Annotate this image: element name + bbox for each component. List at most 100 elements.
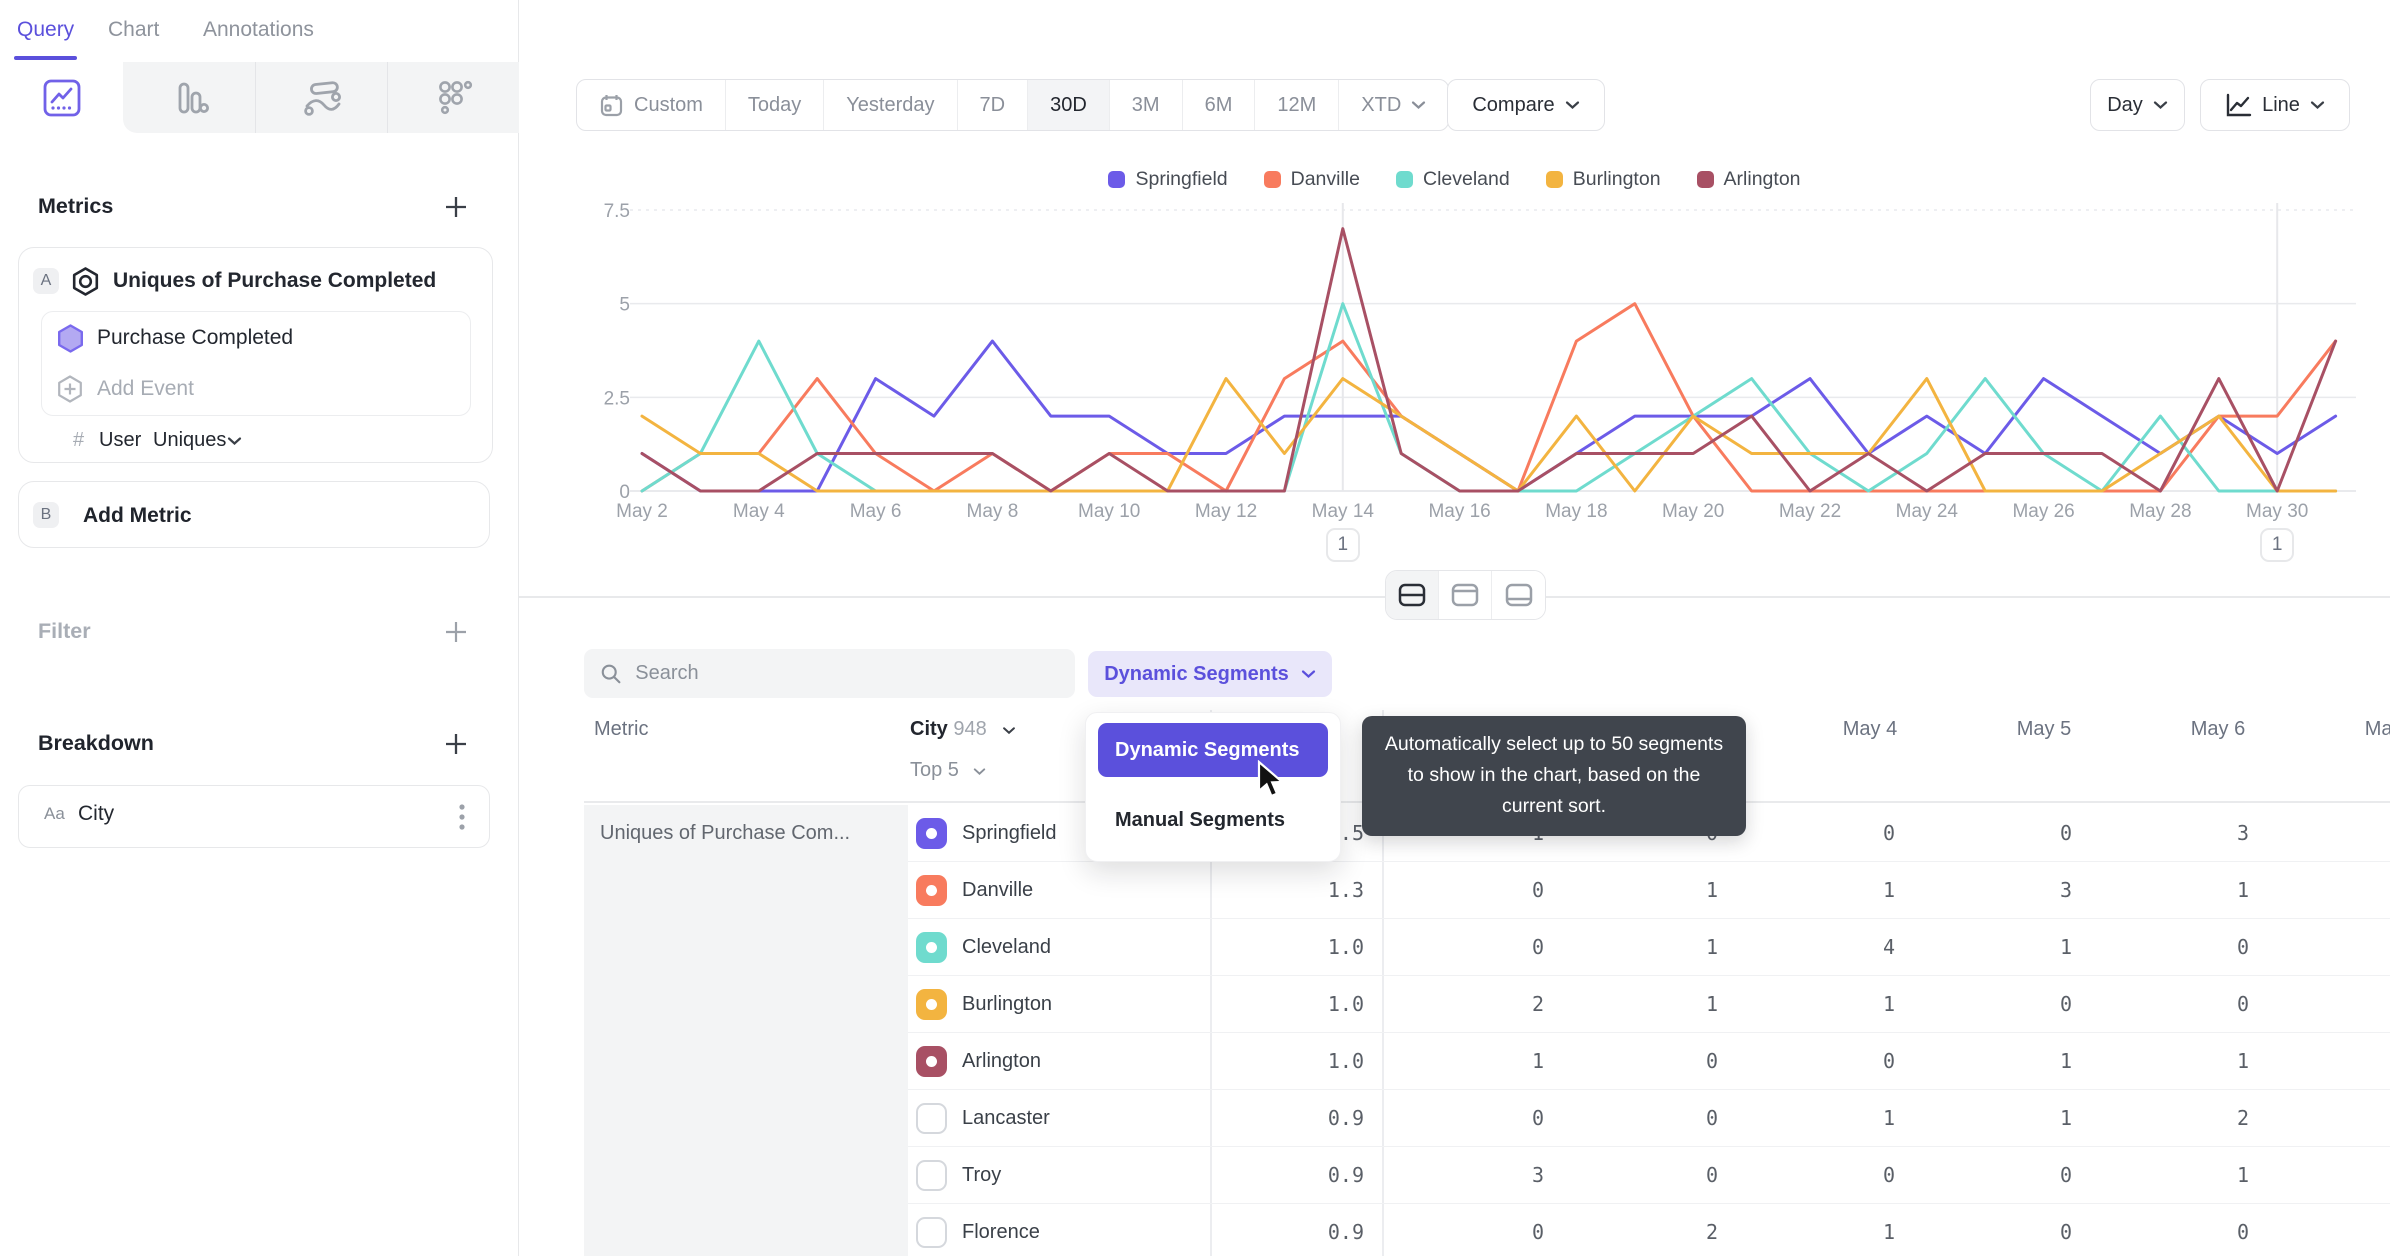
segment-day-value: 2 bbox=[1705, 1220, 1719, 1244]
range-12m[interactable]: 12M bbox=[1255, 80, 1340, 130]
segment-checkbox-unchecked[interactable] bbox=[916, 1160, 947, 1191]
chart-view-button[interactable] bbox=[1439, 571, 1492, 619]
metric-b-badge: B bbox=[33, 502, 59, 528]
day-column-header[interactable]: May 4 bbox=[1843, 718, 1897, 741]
split-view-icon bbox=[1398, 583, 1426, 607]
segment-name: Springfield bbox=[962, 822, 1057, 844]
legend-item-springfield[interactable]: Springfield bbox=[1108, 168, 1228, 191]
range-yesterday[interactable]: Yesterday bbox=[824, 80, 958, 130]
top-tab-annotations[interactable]: Annotations bbox=[203, 18, 314, 42]
metric-a-title[interactable]: Uniques of Purchase Completed bbox=[113, 269, 436, 293]
day-column-header[interactable]: May 6 bbox=[2191, 718, 2245, 741]
annotation-badge-may-30[interactable]: 1 bbox=[2260, 528, 2295, 562]
svg-text:7.5: 7.5 bbox=[604, 201, 630, 222]
compare-button[interactable]: Compare bbox=[1447, 79, 1605, 131]
date-range-group: Custom Today Yesterday 7D 30D 3M 6M 12M XTD bbox=[576, 79, 1450, 131]
segment-day-value: 0 bbox=[2059, 1220, 2073, 1244]
add-metric-button[interactable]: Add Metric bbox=[83, 504, 192, 528]
tab-scatter-chart[interactable] bbox=[387, 62, 519, 133]
measure-user-label[interactable]: User bbox=[99, 429, 141, 452]
range-3m[interactable]: 3M bbox=[1110, 80, 1183, 130]
range-today[interactable]: Today bbox=[726, 80, 825, 130]
segment-day-value: 0 bbox=[1531, 1220, 1545, 1244]
tab-flow-chart[interactable] bbox=[255, 62, 387, 133]
segment-checkbox-checked[interactable] bbox=[916, 989, 947, 1020]
segment-checkbox-checked[interactable] bbox=[916, 818, 947, 849]
measure-uniques-select[interactable]: Uniques bbox=[153, 429, 226, 452]
segment-checkbox-unchecked[interactable] bbox=[916, 1103, 947, 1134]
table-view-button[interactable] bbox=[1492, 571, 1545, 619]
metric-cell-text: Uniques of Purchase Com... bbox=[600, 822, 851, 844]
segment-name: Lancaster bbox=[962, 1107, 1050, 1129]
interval-label: Day bbox=[2107, 93, 2143, 116]
add-breakdown-plus-icon[interactable] bbox=[444, 732, 468, 756]
chevron-down-icon bbox=[1412, 101, 1426, 109]
day-column-header[interactable]: May 7 bbox=[2365, 718, 2390, 741]
top-tab-query[interactable]: Query bbox=[17, 18, 74, 42]
range-custom[interactable]: Custom bbox=[577, 80, 726, 130]
tab-bar-chart[interactable] bbox=[123, 62, 255, 133]
svg-text:May 20: May 20 bbox=[1662, 501, 1724, 522]
group-column-header[interactable]: City 948 bbox=[910, 718, 1016, 741]
segment-day-value: 0 bbox=[1705, 1163, 1719, 1187]
metric-card-b[interactable]: B Add Metric bbox=[18, 481, 490, 548]
legend-swatch bbox=[1263, 171, 1281, 188]
annotation-badge-may-14[interactable]: 1 bbox=[1325, 528, 1360, 562]
segment-day-value: 0 bbox=[2236, 935, 2250, 959]
add-event-icon bbox=[55, 374, 85, 404]
legend-item-danville[interactable]: Danville bbox=[1263, 168, 1360, 191]
menu-item-dynamic-segments[interactable]: Dynamic Segments bbox=[1098, 723, 1328, 777]
measure-hash-icon: # bbox=[73, 429, 85, 451]
legend-item-arlington[interactable]: Arlington bbox=[1696, 168, 1801, 191]
split-view-button[interactable] bbox=[1386, 571, 1439, 619]
interval-select[interactable]: Day bbox=[2090, 79, 2185, 131]
svg-text:May 2: May 2 bbox=[616, 501, 668, 522]
chart-type-select[interactable]: Line bbox=[2200, 79, 2350, 131]
event-hexagon-icon bbox=[70, 266, 101, 297]
segment-name: Cleveland bbox=[962, 936, 1051, 958]
legend-swatch bbox=[1396, 171, 1413, 188]
segment-day-value: 4 bbox=[1882, 935, 1896, 959]
menu-item-manual-segments[interactable]: Manual Segments bbox=[1115, 809, 1285, 832]
segment-day-value: 1 bbox=[1882, 1220, 1896, 1244]
segment-checkbox-checked[interactable] bbox=[916, 1046, 947, 1077]
range-7d[interactable]: 7D bbox=[958, 80, 1029, 130]
line-chart[interactable]: 0 2.5 5 7.5 May 2 May 4 May 6 May 8 May 10 May 12… bbox=[600, 195, 2390, 575]
top-tab-chart[interactable]: Chart bbox=[108, 18, 159, 42]
line-chart-icon bbox=[2226, 93, 2252, 116]
range-xtd[interactable]: XTD bbox=[1339, 80, 1448, 130]
chevron-down-icon[interactable] bbox=[227, 436, 242, 446]
series-line-springfield bbox=[640, 339, 2338, 493]
search-input[interactable] bbox=[635, 662, 1059, 685]
segment-day-value: 1 bbox=[2059, 935, 2073, 959]
table-row-florence: Florence 0.9 0 2 1 0 0 bbox=[908, 1204, 2390, 1256]
segment-average: 1.0 bbox=[1327, 992, 1364, 1016]
metrics-section-title: Metrics bbox=[38, 194, 114, 218]
breakdown-section-title: Breakdown bbox=[38, 731, 154, 755]
scatter-chart-icon bbox=[431, 75, 477, 121]
segment-day-value: 0 bbox=[2236, 1220, 2250, 1244]
segment-day-value: 0 bbox=[1531, 878, 1545, 902]
tab-line-chart[interactable] bbox=[0, 62, 123, 133]
kebab-menu-icon[interactable] bbox=[459, 802, 465, 832]
day-column-header[interactable]: May 5 bbox=[2017, 718, 2071, 741]
range-30d[interactable]: 30D bbox=[1028, 80, 1110, 130]
legend-item-burlington[interactable]: Burlington bbox=[1545, 168, 1661, 191]
segments-mode-button[interactable]: Dynamic Segments bbox=[1088, 651, 1332, 697]
add-filter-plus-icon[interactable] bbox=[444, 620, 468, 644]
range-6m[interactable]: 6M bbox=[1183, 80, 1256, 130]
segment-day-value: 1 bbox=[2236, 1163, 2250, 1187]
segment-day-value: 0 bbox=[1882, 1163, 1896, 1187]
segment-checkbox-unchecked[interactable] bbox=[916, 1217, 947, 1248]
segment-checkbox-checked[interactable] bbox=[916, 875, 947, 906]
add-metric-plus-icon[interactable] bbox=[444, 195, 468, 219]
add-event-button[interactable]: Add Event bbox=[97, 377, 194, 401]
breakdown-item-city[interactable]: Aa City bbox=[18, 785, 490, 848]
segment-checkbox-checked[interactable] bbox=[916, 932, 947, 963]
segment-name: Troy bbox=[962, 1164, 1002, 1186]
legend-item-cleveland[interactable]: Cleveland bbox=[1396, 168, 1510, 191]
top-n-select[interactable]: Top 5 bbox=[910, 759, 986, 782]
metric-a-badge: A bbox=[33, 268, 59, 294]
legend-swatch bbox=[1545, 171, 1563, 188]
event-name[interactable]: Purchase Completed bbox=[97, 326, 293, 350]
